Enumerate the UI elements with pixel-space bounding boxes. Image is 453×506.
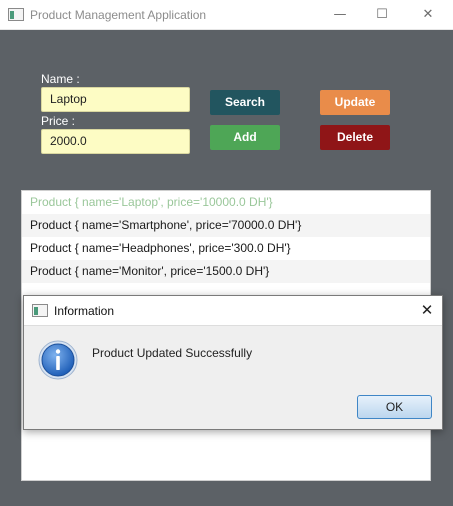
minimize-button[interactable]: — [318, 0, 362, 30]
list-item[interactable]: Product { name='Monitor', price='1500.0 … [22, 260, 430, 283]
app-icon [8, 8, 24, 21]
name-label: Name : [41, 72, 80, 86]
maximize-button[interactable]: ☐ [360, 0, 404, 30]
update-button[interactable]: Update [320, 90, 390, 115]
delete-button[interactable]: Delete [320, 125, 390, 150]
window-titlebar[interactable]: Product Management Application — ☐ ✕ [0, 0, 453, 30]
add-button[interactable]: Add [210, 125, 280, 150]
list-item[interactable]: Product { name='Laptop', price='10000.0 … [22, 191, 430, 214]
dialog-close-button[interactable]: ✕ [412, 296, 442, 325]
price-input[interactable]: 2000.0 [41, 129, 190, 154]
name-input[interactable]: Laptop [41, 87, 190, 112]
dialog-title: Information [54, 304, 115, 318]
price-label: Price : [41, 114, 76, 128]
list-item[interactable]: Product { name='Headphones', price='300.… [22, 237, 430, 260]
main-panel: Name : Laptop Price : 2000.0 Search Add … [0, 30, 453, 506]
information-icon [38, 340, 78, 380]
window-title: Product Management Application [30, 8, 207, 22]
ok-button[interactable]: OK [357, 395, 432, 419]
dialog-titlebar[interactable]: Information ✕ [24, 296, 442, 325]
search-button[interactable]: Search [210, 90, 280, 115]
list-item[interactable]: Product { name='Smartphone', price='7000… [22, 214, 430, 237]
dialog-message: Product Updated Successfully [92, 346, 253, 360]
information-dialog: Information ✕ Product Updated Successful… [23, 295, 443, 430]
close-button[interactable]: ✕ [406, 0, 450, 30]
dialog-app-icon [32, 304, 48, 317]
dialog-body: Product Updated Successfully OK [24, 325, 442, 429]
